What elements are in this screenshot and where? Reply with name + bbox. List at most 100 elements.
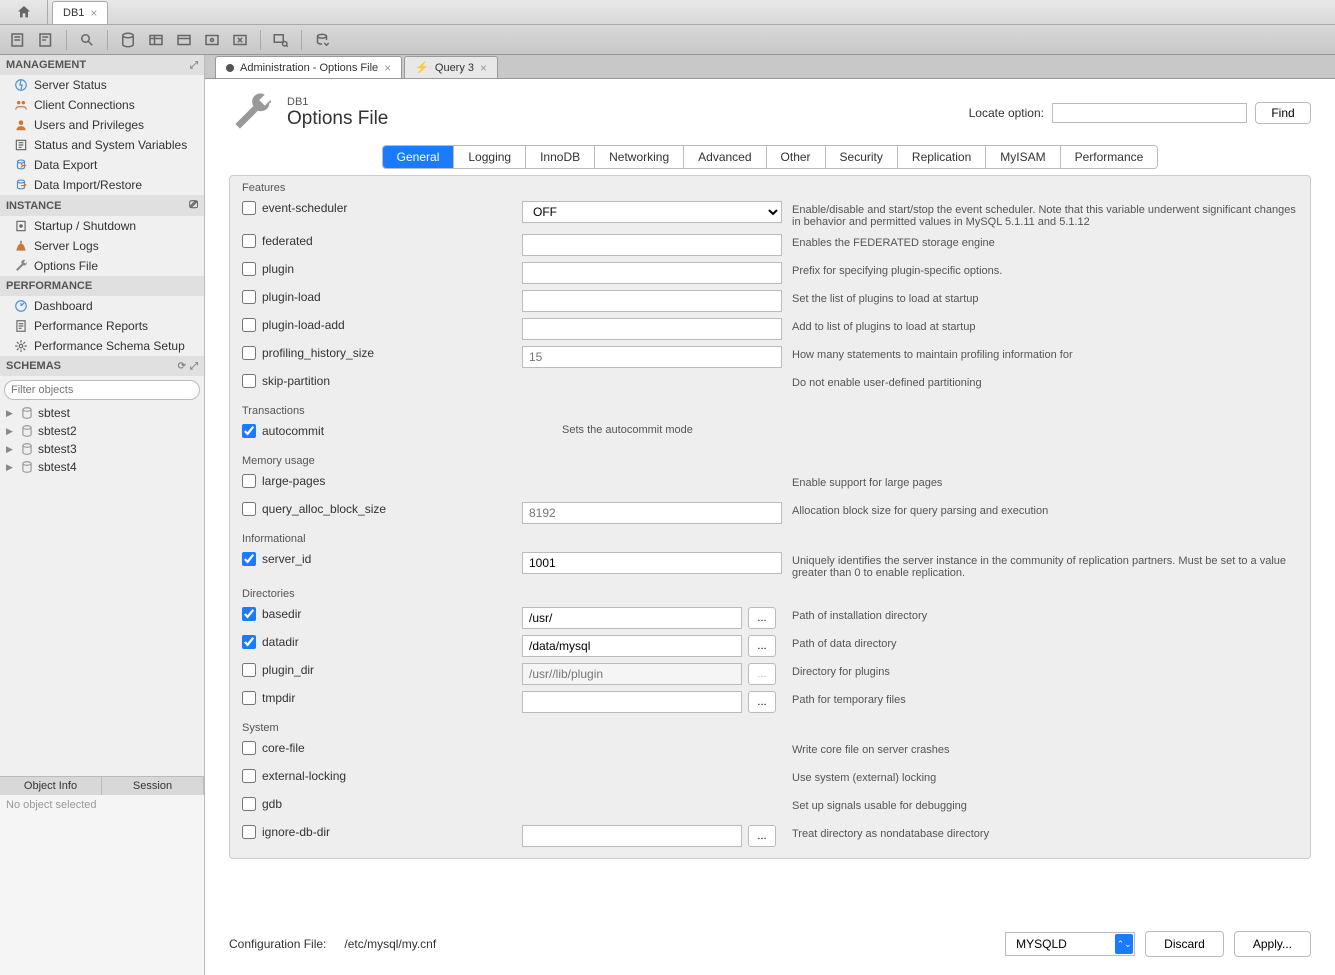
option-tab-replication[interactable]: Replication [898,146,986,168]
schema-item-sbtest[interactable]: ▶sbtest [0,404,204,422]
sidebar-item-performance-reports[interactable]: Performance Reports [0,316,204,336]
expand-icon[interactable]: ⤢ [190,60,198,71]
option-input-query-alloc-block-size[interactable] [522,502,782,524]
sidebar-item-server-logs[interactable]: Server Logs [0,236,204,256]
option-select-event-scheduler[interactable]: OFF [522,201,782,223]
object-info-message: No object selected [0,795,204,975]
option-checkbox-plugin-load-add[interactable] [242,318,256,332]
option-tab-innodb[interactable]: InnoDB [526,146,595,168]
close-icon[interactable]: × [384,61,391,75]
option-checkbox-skip-partition[interactable] [242,374,256,388]
editor-tab-options-file[interactable]: Administration - Options File × [215,56,402,78]
sidebar-item-startup-shutdown[interactable]: Startup / Shutdown [0,216,204,236]
close-icon[interactable]: × [90,6,97,20]
browse-button[interactable]: ... [748,635,776,657]
section-select[interactable]: MYSQLD [1005,932,1135,956]
option-checkbox-core-file[interactable] [242,741,256,755]
apply-button[interactable]: Apply... [1234,931,1311,957]
browse-button[interactable]: ... [748,691,776,713]
option-checkbox-external-locking[interactable] [242,769,256,783]
option-tab-general[interactable]: General [383,146,455,168]
option-checkbox-profiling-history-size[interactable] [242,346,256,360]
new-sql-tab-button[interactable] [6,28,30,52]
option-checkbox-datadir[interactable] [242,635,256,649]
option-label: datadir [262,635,299,649]
connection-tab[interactable]: DB1 × [52,1,108,24]
editor-tab-query[interactable]: ⚡ Query 3 × [404,56,498,78]
option-input-server-id[interactable] [522,552,782,574]
sidebar-item-users-and-privileges[interactable]: Users and Privileges [0,115,204,135]
locate-option-input[interactable] [1052,103,1247,123]
find-button[interactable]: Find [1255,102,1311,124]
option-input-plugin-load[interactable] [522,290,782,312]
schema-item-sbtest3[interactable]: ▶sbtest3 [0,440,204,458]
schema-item-sbtest4[interactable]: ▶sbtest4 [0,458,204,476]
option-checkbox-query-alloc-block-size[interactable] [242,502,256,516]
create-function-button[interactable] [228,28,252,52]
option-checkbox-plugin[interactable] [242,262,256,276]
option-tab-other[interactable]: Other [767,146,826,168]
option-checkbox-event-scheduler[interactable] [242,201,256,215]
option-checkbox-basedir[interactable] [242,607,256,621]
sidebar-item-data-import-restore[interactable]: Data Import/Restore [0,175,204,195]
create-schema-button[interactable] [116,28,140,52]
option-checkbox-large-pages[interactable] [242,474,256,488]
refresh-icon[interactable]: ⟳ [178,361,186,372]
option-tab-advanced[interactable]: Advanced [684,146,766,168]
option-tab-performance[interactable]: Performance [1061,146,1158,168]
option-tab-security[interactable]: Security [826,146,898,168]
option-checkbox-plugin-load[interactable] [242,290,256,304]
sidebar-item-dashboard[interactable]: Dashboard [0,296,204,316]
option-description: Use system (external) locking [792,769,1298,784]
home-tab[interactable] [0,0,48,24]
close-icon[interactable]: × [480,61,487,75]
schema-filter-input[interactable] [4,380,200,400]
option-input-ignore-db-dir[interactable] [522,825,742,847]
option-tab-networking[interactable]: Networking [595,146,684,168]
create-view-button[interactable] [172,28,196,52]
sidebar-item-label: Users and Privileges [34,118,144,132]
option-checkbox-plugin-dir[interactable] [242,663,256,677]
option-checkbox-ignore-db-dir[interactable] [242,825,256,839]
option-tab-logging[interactable]: Logging [454,146,526,168]
option-checkbox-federated[interactable] [242,234,256,248]
option-input-plugin-load-add[interactable] [522,318,782,340]
group-label-directories: Directories [230,582,1310,604]
session-tab[interactable]: Session [102,777,204,795]
option-label: gdb [262,797,282,811]
option-checkbox-gdb[interactable] [242,797,256,811]
option-checkbox-tmpdir[interactable] [242,691,256,705]
browse-button[interactable]: ... [748,825,776,847]
option-checkbox-autocommit[interactable] [242,424,256,438]
discard-button[interactable]: Discard [1145,931,1224,957]
sidebar-item-client-connections[interactable]: Client Connections [0,95,204,115]
sidebar-item-data-export[interactable]: Data Export [0,155,204,175]
option-input-profiling-history-size[interactable] [522,346,782,368]
browse-button[interactable]: ... [748,663,776,685]
option-input-basedir[interactable] [522,607,742,629]
object-info-tab[interactable]: Object Info [0,777,102,795]
option-tab-myisam[interactable]: MyISAM [986,146,1060,168]
option-checkbox-server-id[interactable] [242,552,256,566]
option-input-plugin-dir[interactable] [522,663,742,685]
search-table-button[interactable] [269,28,293,52]
option-input-plugin[interactable] [522,262,782,284]
sidebar-item-status-and-system-variables[interactable]: Status and System Variables [0,135,204,155]
sidebar-item-options-file[interactable]: Options File [0,256,204,276]
option-input-federated[interactable] [522,234,782,256]
open-sql-button[interactable] [34,28,58,52]
option-input-datadir[interactable] [522,635,742,657]
create-procedure-button[interactable] [200,28,224,52]
create-table-button[interactable] [144,28,168,52]
option-input-tmpdir[interactable] [522,691,742,713]
reconnect-button[interactable] [310,28,334,52]
sidebar-item-server-status[interactable]: Server Status [0,75,204,95]
schema-item-sbtest2[interactable]: ▶sbtest2 [0,422,204,440]
group-label-informational: Informational [230,527,1310,549]
browse-button[interactable]: ... [748,607,776,629]
option-row-tmpdir: tmpdir...Path for temporary files [230,688,1310,716]
expand-icon[interactable]: ⤢ [190,361,198,372]
wrench-icon [229,91,273,135]
inspector-button[interactable] [75,28,99,52]
sidebar-item-performance-schema-setup[interactable]: Performance Schema Setup [0,336,204,356]
